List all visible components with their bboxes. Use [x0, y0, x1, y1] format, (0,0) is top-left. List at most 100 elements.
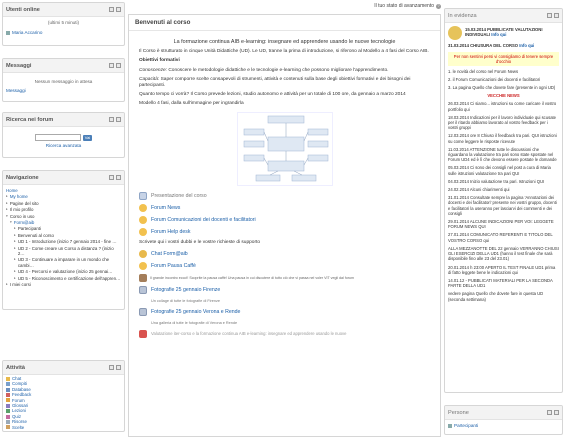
- expand-icon: ▸: [6, 200, 8, 205]
- news-item[interactable]: 29.01.2014 ALCUNE INDICAZIONI PER VOI: L…: [448, 219, 559, 229]
- block-title: Ricerca nei forum: [6, 116, 54, 123]
- nav-ud4[interactable]: UD 4 - Percorsi e valutazione (inizio 25…: [18, 269, 113, 274]
- photos-firenze-link[interactable]: Fotografie 25 gennaio Firenze: [151, 287, 220, 293]
- evaluation-link[interactable]: Valutazione iter-corso e la formazione c…: [151, 331, 346, 337]
- assignment-icon: [6, 382, 10, 387]
- activity-choices[interactable]: Scelte: [12, 425, 24, 430]
- dock-icon[interactable]: [116, 7, 121, 12]
- nav-welcome[interactable]: Benvenuti al corso: [18, 233, 54, 238]
- chat-icon: [6, 376, 10, 381]
- objective-label: Capacità:: [139, 76, 160, 82]
- grades-info-link[interactable]: Info qui: [491, 32, 506, 37]
- news-item[interactable]: 05.03.2014 Ci sono dei consigli nel post…: [448, 165, 559, 175]
- hide-icon[interactable]: [109, 63, 114, 68]
- messages-empty: Nessun messaggio in attesa: [34, 79, 93, 84]
- navigation-block: Navigazione Home ▸ My home ▸ Pagine del si…: [2, 170, 125, 310]
- course-duration: Quanto tempo ci vorrà? Il Corso prevede …: [139, 92, 406, 98]
- forum-icon: [139, 203, 147, 212]
- advanced-search-link[interactable]: Ricerca avanzata: [6, 143, 121, 149]
- nav-my-home[interactable]: My home: [10, 194, 28, 199]
- forum-news-link[interactable]: Forum News: [151, 205, 180, 211]
- glossary-icon: [6, 403, 10, 408]
- forum-comunicazioni-link[interactable]: Forum Comunicazioni dei docenti e facili…: [151, 217, 256, 223]
- news-item[interactable]: 18.03.2014 Indicazioni per il lavoro ind…: [448, 115, 559, 131]
- participants-link[interactable]: Partecipanti: [454, 423, 478, 429]
- news-item[interactable]: 04.03.2014 Inizio valutazione tra pari. …: [448, 179, 559, 184]
- expand-icon: ▸: [14, 239, 16, 244]
- objective-skills: Capacità: Saper comporre scelte consapev…: [139, 77, 430, 89]
- nav-ud1[interactable]: UD 1 - Introduzione (inizio 7 gennaio 20…: [18, 239, 117, 244]
- progress-label: Il tuo stato di avanzamento: [374, 3, 434, 9]
- model-diagram-icon: [243, 115, 328, 181]
- news-item[interactable]: 14.01.12 - PUBBLICATI MATERIALI PER LA S…: [448, 278, 559, 288]
- nav-ud5[interactable]: UD 5 - Riconoscimento e certificazione d…: [18, 276, 121, 281]
- chat-link[interactable]: Chat Form@aib: [151, 251, 188, 257]
- collapse-icon: ▾: [6, 213, 8, 218]
- forum-helpdesk-link[interactable]: Forum Help desk: [151, 229, 191, 235]
- news-item[interactable]: 1. le novità del corso nel Forum News: [448, 69, 559, 74]
- dock-icon[interactable]: [116, 175, 121, 180]
- nav-ud3[interactable]: UD 3 - Continuare a imparare in un mondo…: [18, 257, 121, 268]
- presentation-label: Presentazione del corso: [151, 192, 207, 199]
- nav-participants[interactable]: Partecipanti: [18, 226, 41, 231]
- model-caption: Modello 4 fasi, dalla sull'immagine per …: [139, 101, 244, 107]
- chat-icon: [139, 249, 147, 258]
- dock-icon[interactable]: [554, 13, 559, 18]
- news-item[interactable]: vedere pagina Quello che dovete fare in …: [448, 291, 559, 301]
- dock-icon[interactable]: [554, 410, 559, 415]
- nav-my-courses[interactable]: I miei corsi: [10, 282, 31, 287]
- nav-current-course[interactable]: Corso in uso: [10, 214, 35, 219]
- news-item[interactable]: 24.02.2014 Alcuni chiarimenti qui: [448, 187, 559, 192]
- database-icon: [6, 387, 10, 392]
- expand-icon: ▸: [14, 245, 16, 250]
- news-item[interactable]: 2. il Forum Comunicazioni dei docenti e …: [448, 77, 559, 82]
- lesson-icon: [6, 409, 10, 414]
- news-item[interactable]: 12.03.2014 ore 8 Chiuso il feedback tra …: [448, 133, 559, 143]
- progress-indicator: Il tuo stato di avanzamento ?: [374, 3, 441, 9]
- forum-cafe-link[interactable]: Forum Pausa Caffè: [151, 263, 196, 269]
- objective-label: Conoscenze:: [139, 67, 167, 73]
- nav-profile[interactable]: Il mio profilo: [10, 207, 34, 212]
- news-item[interactable]: ALLA MEZZANOTTE DEL 22 gennaio VERRANNO …: [448, 246, 559, 262]
- objectives-title: Obiettivi formativi: [139, 58, 180, 64]
- hide-icon[interactable]: [547, 410, 552, 415]
- nav-course-formaib[interactable]: Form@aib: [14, 220, 35, 225]
- photos-verona-link[interactable]: Fotografie 25 gennaio Verona e Rende: [151, 309, 240, 315]
- help-icon[interactable]: ?: [436, 3, 441, 9]
- forum-search-block: Ricerca nei forum Vai Ricerca avanzata: [2, 112, 125, 158]
- forum-search-input[interactable]: [34, 134, 81, 141]
- nav-ud2[interactable]: UD 2 - Come creare un Corso a distanza ?…: [18, 246, 121, 257]
- center-column: Il tuo stato di avanzamento ? Benvenuti …: [128, 0, 441, 437]
- news-item[interactable]: 3. La pagina Quello che dovete fare (pre…: [448, 85, 559, 90]
- hide-icon[interactable]: [109, 175, 114, 180]
- course-page: { "left": { "online": { "title": "Utenti…: [0, 0, 565, 437]
- dock-icon[interactable]: [116, 63, 121, 68]
- news-item[interactable]: 27.01.2014 COMUNICATO REFERENTI E TITOLO…: [448, 232, 559, 242]
- online-user-link[interactable]: Maria Accarino: [12, 30, 42, 36]
- hide-icon[interactable]: [547, 13, 552, 18]
- model-diagram-image[interactable]: [236, 111, 333, 186]
- hide-icon[interactable]: [109, 365, 114, 370]
- highlight-notice: Per non sentirvi persi vi consigliamo di…: [448, 51, 559, 66]
- news-block: In evidenza 15.03.2014 PUBBLICATE VALUTA…: [444, 8, 563, 393]
- expand-icon: ▸: [14, 275, 16, 280]
- dock-icon[interactable]: [116, 117, 121, 122]
- block-title: Utenti online: [6, 6, 40, 13]
- news-item[interactable]: 26.03.2014 Ci siamo... istruzioni su com…: [448, 101, 559, 111]
- messages-link[interactable]: Messaggi: [6, 88, 121, 94]
- forum-icon: [139, 227, 147, 236]
- closing-info-link[interactable]: Info qui: [519, 43, 534, 48]
- news-item[interactable]: 11.03.2014 ATTENZIONE tutte le discussio…: [448, 147, 559, 163]
- expand-icon: ▸: [14, 232, 16, 237]
- search-go-button[interactable]: Vai: [82, 134, 93, 141]
- hide-icon[interactable]: [109, 7, 114, 12]
- course-closing: 31.03.2014 CHIUSURA DEL CORSO: [448, 43, 519, 49]
- nav-site-pages[interactable]: Pagine del sito: [10, 201, 39, 206]
- dock-icon[interactable]: [116, 365, 121, 370]
- news-item[interactable]: 20.01.2014 h 23:00 APERTO IL TEST FINALE…: [448, 265, 559, 275]
- news-item[interactable]: 31.01.2014 Consultate sempre la pagina '…: [448, 195, 559, 216]
- presentation-icon: [139, 191, 147, 200]
- hide-icon[interactable]: [109, 117, 114, 122]
- photos-verona-note: Una galleria di tutte le fotografie di V…: [151, 321, 238, 326]
- nav-home[interactable]: Home: [6, 188, 18, 193]
